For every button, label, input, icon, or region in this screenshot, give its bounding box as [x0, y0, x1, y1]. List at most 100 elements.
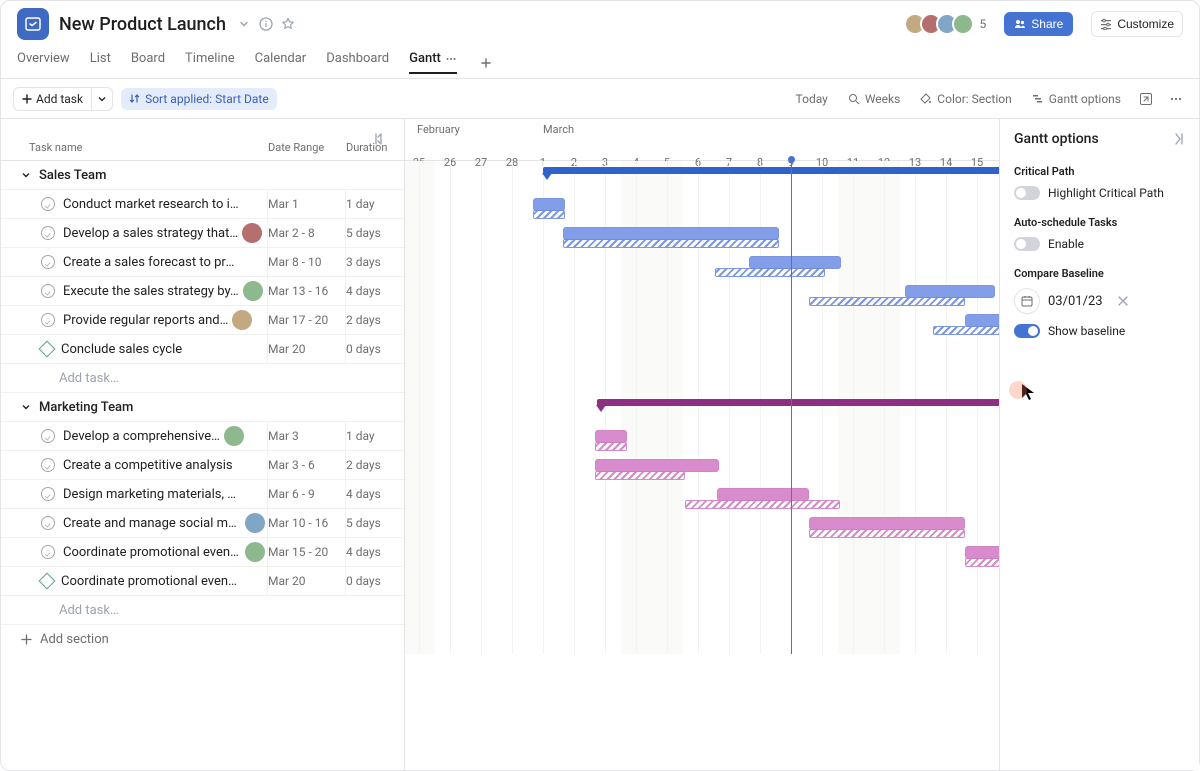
check-circle-icon[interactable] — [41, 255, 55, 269]
chevron-down-icon[interactable] — [21, 170, 31, 180]
task-name: Conduct market research to identify… — [63, 197, 241, 212]
assignee-avatar[interactable] — [224, 426, 244, 446]
task-row[interactable]: Conduct market research to identify… Mar … — [1, 190, 404, 219]
add-task-group: Add task — [13, 87, 113, 111]
task-name: Develop a sales strategy that… — [63, 226, 238, 241]
member-avatars[interactable]: 5 — [910, 13, 995, 35]
section-header[interactable]: Sales Team — [1, 161, 404, 190]
add-task-dropdown[interactable] — [92, 87, 113, 111]
task-name: Provide regular reports and… — [63, 313, 228, 328]
task-row[interactable]: Create and manage social media… Mar 10 - … — [1, 509, 404, 538]
assignee-avatar[interactable] — [232, 310, 252, 330]
check-circle-icon[interactable] — [41, 545, 55, 559]
task-row[interactable]: Develop a comprehensive…Mar 31 day — [1, 422, 404, 451]
col-date-range: Date Range — [268, 141, 346, 154]
task-row[interactable]: Coordinate promotional events,…Mar 15 - … — [1, 538, 404, 567]
more-icon — [1169, 92, 1183, 106]
section-header[interactable]: Marketing Team — [1, 393, 404, 422]
add-task-button[interactable]: Add task — [13, 87, 92, 111]
duration: 5 days — [346, 516, 404, 530]
task-name: Conclude sales cycle — [61, 342, 182, 357]
tab-overview[interactable]: Overview — [17, 51, 70, 74]
zoom-weeks[interactable]: Weeks — [842, 88, 906, 110]
task-row[interactable]: Execute the sales strategy by…Mar 13 - 1… — [1, 277, 404, 306]
check-circle-icon[interactable] — [41, 284, 55, 298]
project-icon — [17, 8, 49, 40]
project-title[interactable]: New Product Launch — [59, 14, 226, 35]
compare-baseline-label: Compare Baseline — [1014, 267, 1185, 280]
share-button[interactable]: Share — [1004, 12, 1073, 36]
tab-dashboard[interactable]: Dashboard — [326, 51, 389, 74]
chevron-down-icon[interactable] — [236, 16, 252, 32]
baseline-bar — [809, 529, 965, 538]
today-button[interactable]: Today — [790, 88, 834, 110]
clear-baseline-icon[interactable] — [1117, 295, 1129, 307]
baseline-bar — [715, 268, 825, 277]
col-task-name: Task name — [1, 141, 268, 154]
toggle-autoschedule[interactable] — [1014, 237, 1040, 251]
date-range: Mar 1 — [268, 190, 346, 218]
tab-list[interactable]: List — [90, 51, 111, 74]
more-menu[interactable] — [1165, 88, 1187, 110]
tab-timeline[interactable]: Timeline — [185, 51, 235, 74]
tab-board[interactable]: Board — [131, 51, 165, 74]
star-icon[interactable] — [280, 16, 296, 32]
date-range: Mar 10 - 16 — [268, 509, 346, 537]
milestone-icon[interactable] — [39, 341, 56, 358]
task-row[interactable]: Design marketing materials, such as…Mar … — [1, 480, 404, 509]
milestone-icon[interactable] — [39, 573, 56, 590]
info-icon[interactable] — [258, 16, 274, 32]
check-circle-icon[interactable] — [41, 516, 55, 530]
task-row[interactable]: Create a competitive analysisMar 3 - 62 … — [1, 451, 404, 480]
tabs: Overview List Board Timeline Calendar Dashboa… — [1, 47, 1199, 79]
chevron-down-icon — [97, 94, 107, 104]
zoom-icon — [848, 93, 860, 105]
task-row[interactable]: Conclude sales cycleMar 200 days — [1, 335, 404, 364]
sort-pill[interactable]: Sort applied: Start Date — [121, 88, 277, 110]
assignee-avatar[interactable] — [245, 542, 265, 562]
expand-button[interactable] — [1135, 88, 1157, 110]
customize-button[interactable]: Customize — [1091, 11, 1183, 37]
add-tab-button[interactable] — [477, 54, 495, 72]
tab-gantt[interactable]: Gantt — [409, 51, 457, 74]
task-row[interactable]: Coordinate promotional events, such…Mar … — [1, 567, 404, 596]
tab-calendar[interactable]: Calendar — [255, 51, 307, 74]
assignee-avatar[interactable] — [243, 281, 263, 301]
add-task-inline[interactable]: Add task… — [1, 596, 404, 625]
jump-to-today-icon[interactable] — [373, 132, 387, 146]
avatar — [952, 13, 974, 35]
task-name: Design marketing materials, such as… — [63, 487, 241, 502]
add-task-inline[interactable]: Add task… — [1, 364, 404, 393]
sort-icon — [129, 93, 140, 104]
check-circle-icon[interactable] — [41, 487, 55, 501]
date-range: Mar 2 - 8 — [268, 219, 346, 247]
assignee-avatar[interactable] — [245, 513, 265, 533]
check-circle-icon[interactable] — [41, 197, 55, 211]
check-circle-icon[interactable] — [41, 458, 55, 472]
section-name: Marketing Team — [39, 400, 133, 415]
calendar-icon[interactable] — [1014, 288, 1040, 314]
collapse-panel-icon[interactable] — [1171, 132, 1185, 146]
people-icon — [1014, 18, 1026, 30]
add-section-button[interactable]: Add section — [1, 625, 404, 654]
title-bar: New Product Launch 5 Share Customize — [1, 1, 1199, 47]
task-name: Create and manage social media… — [63, 516, 241, 531]
task-row[interactable]: Create a sales forecast to project…Mar 8… — [1, 248, 404, 277]
task-row[interactable]: Develop a sales strategy that…Mar 2 - 85… — [1, 219, 404, 248]
toggle-critical-path[interactable] — [1014, 186, 1040, 200]
check-circle-icon[interactable] — [41, 313, 55, 327]
check-circle-icon[interactable] — [41, 226, 55, 240]
check-circle-icon[interactable] — [41, 429, 55, 443]
date-range: Mar 20 — [268, 335, 346, 363]
chevron-down-icon[interactable] — [21, 402, 31, 412]
gantt-options-button[interactable]: Gantt options — [1026, 88, 1127, 110]
more-icon[interactable] — [445, 53, 457, 65]
task-row[interactable]: Provide regular reports and…Mar 17 - 202… — [1, 306, 404, 335]
gantt-main: Task name Date Range Duration Sales Team… — [1, 119, 1199, 770]
baseline-date[interactable]: 03/01/23 — [1048, 294, 1103, 309]
toggle-show-baseline[interactable] — [1014, 324, 1040, 338]
color-picker[interactable]: Color: Section — [914, 88, 1017, 110]
assignee-avatar[interactable] — [242, 223, 262, 243]
task-name: Create a sales forecast to project… — [63, 255, 241, 270]
plus-icon — [22, 94, 32, 104]
